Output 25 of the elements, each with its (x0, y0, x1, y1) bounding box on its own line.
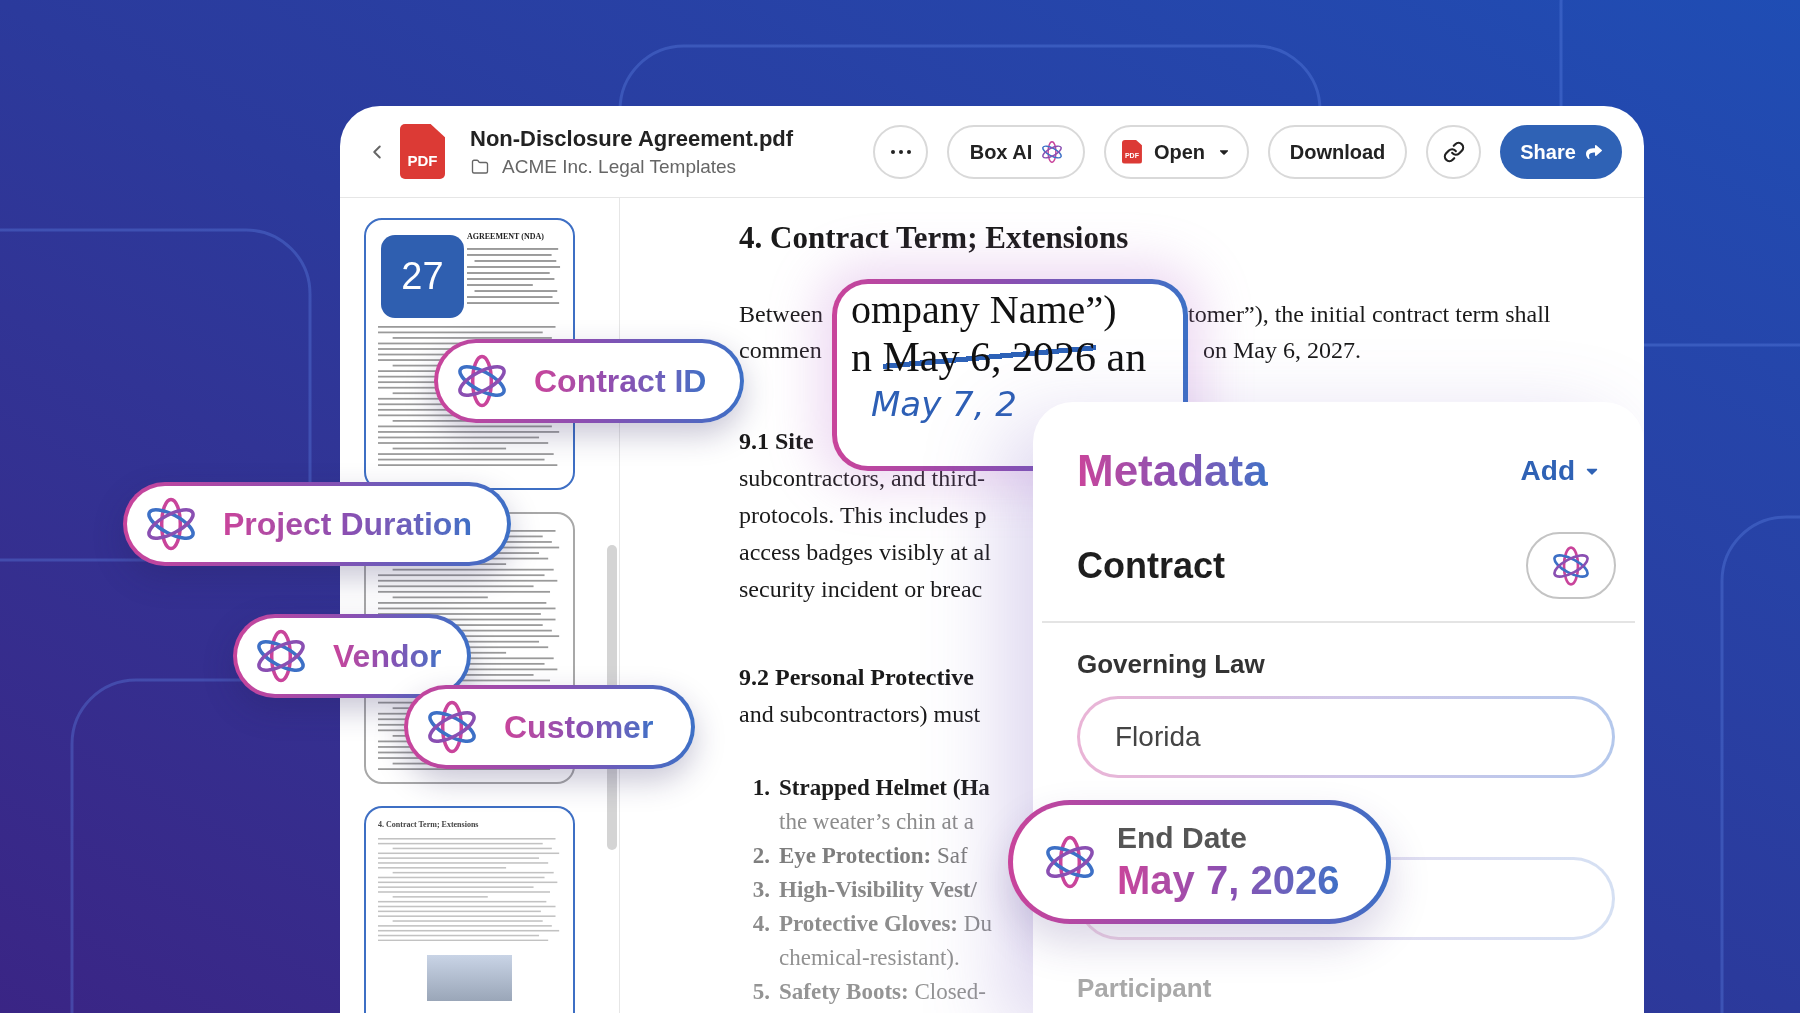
section-heading: 9.1 Site (739, 427, 814, 456)
paragraph-text: tomer”), the initial contract term shall on May 6, 2027. (1188, 300, 1551, 365)
section-heading: 4. Contract Term; Extensions (739, 219, 1130, 257)
paragraph-text: subcontractors, and third- protocols. This includes p access badges visibly at al security incident or breac (739, 464, 991, 604)
list-item: 3. High-Visibility Vest/ (751, 876, 977, 904)
field-label: End Date (1117, 820, 1248, 856)
magnified-text: ompany Name”) (851, 288, 1117, 332)
list-item: 4. Protective Gloves: Du (751, 910, 992, 938)
section-heading: 9.2 Personal Protective (739, 663, 974, 692)
file-name: Non-Disclosure Agreement.pdf (470, 124, 794, 153)
page-number-badge: 27 (381, 235, 464, 318)
list-item-text: the weater’s chin at a (779, 808, 974, 836)
template-name: Contract (1077, 543, 1225, 588)
thumbnail-heading: AGREEMENT (NDA) (467, 232, 544, 242)
list-item: 1. Strapped Helmet (Ha (751, 774, 990, 802)
list-item: 5. Safety Boots: Closed- (751, 978, 986, 1006)
handwritten-date: May 7, 2 (870, 383, 1017, 426)
field-label: Governing Law (1077, 648, 1265, 680)
list-item: 2. Eye Protection: Saf (751, 842, 968, 870)
field-label: Participant (1077, 972, 1212, 1004)
paragraph-text: and subcontractors) must (739, 700, 981, 729)
paragraph-text: Between commen (739, 300, 824, 365)
list-item-text: chemical-resistant). (779, 944, 960, 972)
pdf-file-icon: PDF (400, 124, 445, 179)
thumbnail-heading: 4. Contract Term; Extensions (378, 820, 479, 830)
